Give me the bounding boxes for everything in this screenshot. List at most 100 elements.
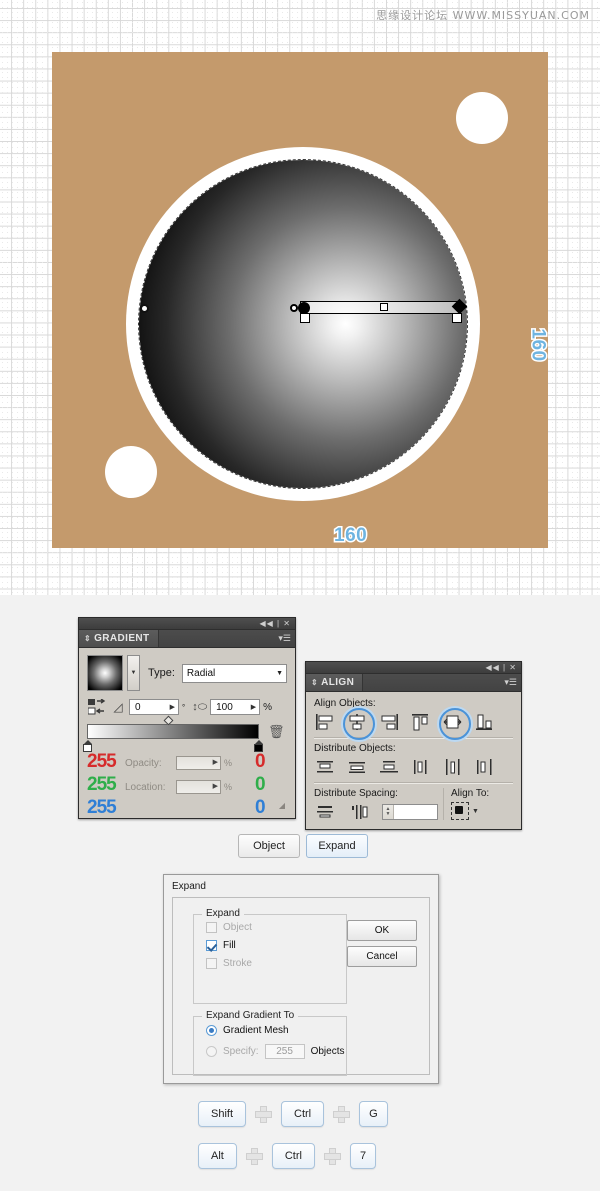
rgb-right-red: 0 (255, 751, 266, 772)
gradient-origin-handle[interactable] (140, 304, 149, 313)
distribute-spacing-input[interactable]: ▲ ▼ (382, 804, 438, 820)
canvas-area[interactable]: 思缘设计论坛 WWW.MISSYUAN.COM 160 160 (0, 0, 600, 595)
gradient-type-select[interactable]: Radial ▼ (181, 663, 287, 683)
gradient-preset-chevron-icon[interactable]: ▼ (127, 655, 140, 691)
checkbox-row-stroke[interactable]: Stroke (206, 958, 346, 969)
gradient-angle-input[interactable]: 0 ▶ (129, 699, 179, 715)
expand-menu-button[interactable]: Expand (306, 834, 368, 858)
checkbox-object-label: Object (223, 922, 252, 933)
align-window-controls[interactable]: ◀◀ | ✕ (485, 662, 517, 673)
align-panel-titlebar[interactable]: ◀◀ | ✕ (306, 662, 521, 674)
horizontal-distribute-space-icon[interactable] (348, 802, 370, 822)
vertical-distribute-center-icon[interactable] (346, 757, 368, 777)
gradient-panel-tabrow[interactable]: ⇕ GRADIENT ▾☰ (79, 630, 295, 648)
checkbox-row-fill[interactable]: Fill (206, 940, 346, 951)
panel-window-controls[interactable]: ◀◀ | ✕ (259, 618, 291, 629)
horizontal-align-left-icon[interactable] (314, 712, 336, 732)
spinner-caret-icon-2[interactable]: ▶ (251, 703, 256, 711)
checkbox-object[interactable] (206, 922, 217, 933)
gradient-stop-end[interactable] (452, 313, 462, 323)
location-spinner-icon[interactable]: ▶ (213, 782, 218, 790)
specify-objects-input[interactable]: 255 (264, 1044, 305, 1059)
gradient-panel-titlebar[interactable]: ◀◀ | ✕ (79, 618, 295, 630)
gradient-type-value: Radial (186, 667, 216, 679)
key-shift[interactable]: Shift (198, 1101, 247, 1127)
gradient-stop-start[interactable] (300, 313, 310, 323)
key-ctrl-2[interactable]: Ctrl (271, 1143, 315, 1169)
gradient-slider-row[interactable]: 🗑 (83, 715, 287, 752)
vertical-distribute-bottom-icon[interactable] (378, 757, 400, 777)
tab-gradient[interactable]: ⇕ GRADIENT (79, 630, 159, 647)
degree-symbol: ° (182, 702, 186, 712)
distribute-spacing-row: ▲ ▼ (314, 802, 443, 822)
trash-icon[interactable]: 🗑 (268, 724, 285, 740)
spacing-value (394, 805, 437, 819)
cancel-button[interactable]: Cancel (347, 946, 417, 967)
gradient-ratio-input[interactable]: 100 ▶ (210, 699, 261, 715)
location-input[interactable]: ▶ (176, 780, 221, 794)
gradient-angle-value: 0 (135, 701, 141, 713)
tab-align[interactable]: ⇕ ALIGN (306, 674, 364, 691)
panel-menu-icon[interactable]: ▾☰ (278, 633, 291, 643)
gradient-preview-swatch[interactable] (87, 655, 123, 691)
vertical-align-center-icon[interactable] (439, 708, 471, 740)
aspect-ratio-icon: ↕⬭ (192, 700, 208, 713)
gradient-panel[interactable]: ◀◀ | ✕ ⇕ GRADIENT ▾☰ ▼ Type: Radial ▼ ◿ … (78, 617, 296, 819)
horizontal-distribute-center-icon[interactable] (442, 757, 464, 777)
radio-specify[interactable] (206, 1046, 217, 1057)
vertical-align-bottom-icon[interactable] (474, 712, 496, 732)
vertical-align-top-icon[interactable] (410, 712, 432, 732)
vertical-distribute-space-icon[interactable] (314, 802, 336, 822)
tab-grip-icon: ⇕ (84, 634, 92, 643)
decorative-circle-top-right (456, 92, 508, 144)
align-panel-tabrow[interactable]: ⇕ ALIGN ▾☰ (306, 674, 521, 692)
gradient-panel-body: ▼ Type: Radial ▼ ◿ 0 ▶ ° ↕⬭ 100 ▶ % 🗑 25… (79, 648, 295, 818)
divider-2 (314, 782, 513, 784)
spacing-stepper-icon[interactable]: ▲ ▼ (383, 805, 394, 819)
location-percent-label: % (224, 782, 233, 792)
vertical-distribute-top-icon[interactable] (314, 757, 336, 777)
horizontal-distribute-right-icon[interactable] (474, 757, 496, 777)
ok-button[interactable]: OK (347, 920, 417, 941)
gradient-focal-handle[interactable] (290, 304, 298, 312)
align-highlight-ring-2 (439, 708, 471, 740)
align-to-section: Align To: ▼ (443, 788, 513, 820)
radio-gradient-mesh[interactable] (206, 1025, 217, 1036)
gradient-annotator-widget[interactable] (140, 292, 470, 323)
rgb-right-green: 0 (255, 774, 266, 795)
checkbox-row-object[interactable]: Object (206, 922, 346, 933)
gradient-slider-track[interactable] (87, 724, 259, 739)
opacity-input[interactable]: ▶ (176, 756, 221, 770)
checkbox-fill[interactable] (206, 940, 217, 951)
horizontal-distribute-left-icon[interactable] (410, 757, 432, 777)
checkbox-fill-label: Fill (223, 940, 236, 951)
dimension-label-height: 160 (526, 327, 550, 363)
key-ctrl-1[interactable]: Ctrl (281, 1101, 325, 1127)
align-objects-row (314, 708, 513, 740)
key-alt[interactable]: Alt (198, 1143, 237, 1169)
reverse-gradient-icon[interactable] (87, 698, 107, 716)
opacity-spinner-icon[interactable]: ▶ (213, 758, 218, 766)
align-to-chevron-down-icon[interactable]: ▼ (472, 808, 479, 815)
distribute-spacing-left: Distribute Spacing: ▲ ▼ (314, 788, 443, 822)
artboard[interactable]: 160 160 (52, 52, 550, 548)
align-panel-body: Align Objects: Distribute Objects: Distr… (306, 692, 521, 829)
object-menu-button[interactable]: Object (238, 834, 300, 858)
horizontal-align-center-icon[interactable] (343, 708, 375, 740)
gradient-midpoint-handle[interactable] (380, 303, 388, 311)
align-panel-menu-icon[interactable]: ▾☰ (504, 677, 517, 687)
radio-row-specify[interactable]: Specify: 255 Objects (206, 1044, 346, 1059)
expand-gradient-to-group: Expand Gradient To Gradient Mesh Specify… (193, 1010, 347, 1076)
horizontal-align-right-icon[interactable] (378, 712, 400, 732)
checkbox-stroke[interactable] (206, 958, 217, 969)
align-objects-label: Align Objects: (314, 698, 376, 709)
key-g[interactable]: G (359, 1101, 388, 1127)
align-to-selection-icon[interactable] (451, 802, 469, 820)
spinner-caret-icon[interactable]: ▶ (170, 703, 175, 711)
key-7[interactable]: 7 (349, 1143, 377, 1169)
panel-resize-grip[interactable]: ◢ (279, 801, 285, 810)
align-panel[interactable]: ◀◀ | ✕ ⇕ ALIGN ▾☰ Align Objects: Distrib… (305, 661, 522, 830)
expand-dialog[interactable]: Expand Expand Object Fill Stroke Expand … (163, 874, 439, 1084)
plus-icon-1 (255, 1105, 273, 1123)
radio-row-gradient-mesh[interactable]: Gradient Mesh (206, 1025, 346, 1036)
